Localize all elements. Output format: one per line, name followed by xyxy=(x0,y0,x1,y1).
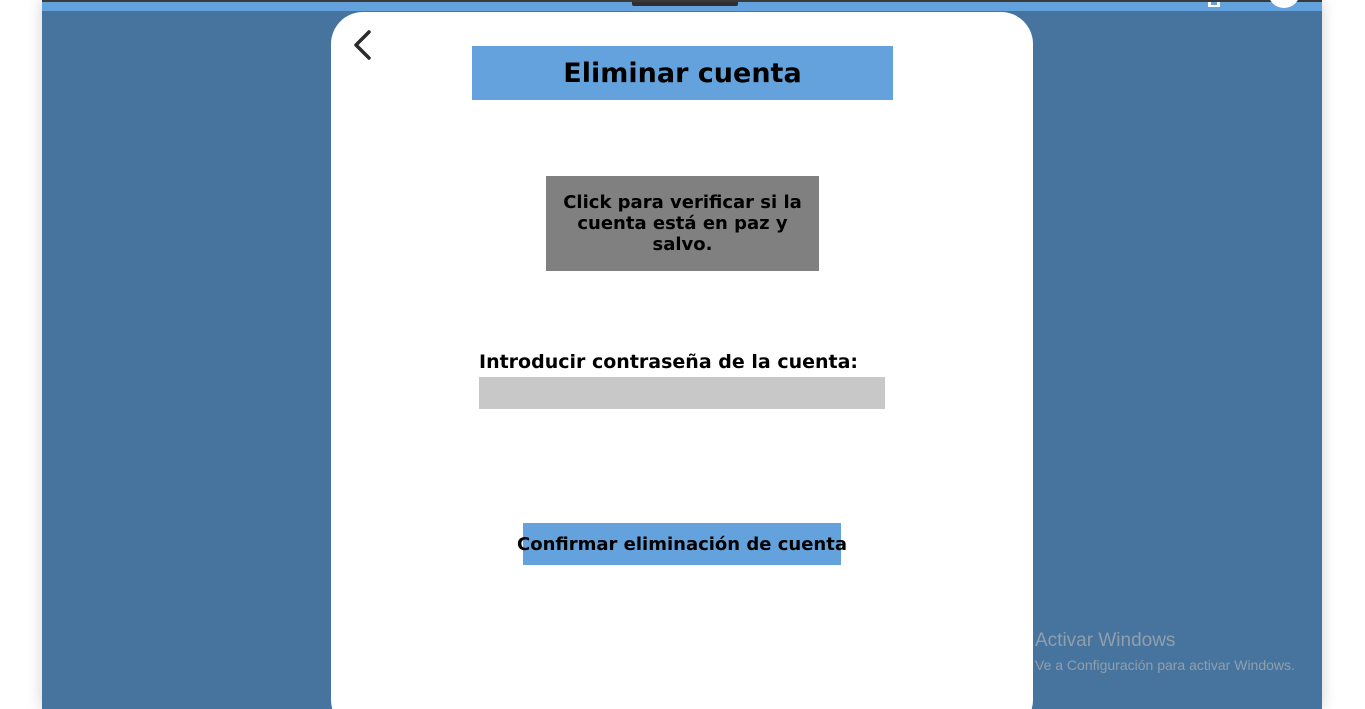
top-navigation-bar xyxy=(42,0,1322,11)
back-button[interactable] xyxy=(347,26,377,64)
watermark-subtitle: Ve a Configuración para activar Windows. xyxy=(1035,657,1295,673)
watermark-title: Activar Windows xyxy=(1035,630,1176,651)
cart-icon[interactable] xyxy=(1208,2,1220,7)
password-input[interactable] xyxy=(479,377,885,409)
user-avatar[interactable] xyxy=(1268,0,1300,8)
chevron-left-icon xyxy=(354,30,371,60)
app-background: Eliminar cuenta Click para verificar si … xyxy=(42,0,1322,709)
verify-account-button[interactable]: Click para verificar si la cuenta está e… xyxy=(546,176,819,271)
delete-account-modal: Eliminar cuenta Click para verificar si … xyxy=(331,12,1033,709)
confirm-delete-button[interactable]: Confirmar eliminación de cuenta xyxy=(517,523,847,565)
windows-activation-watermark: Activar Windows Ve a Configuración para … xyxy=(1035,630,1295,675)
password-label: Introducir contraseña de la cuenta: xyxy=(479,351,859,373)
header-logo[interactable] xyxy=(632,2,738,6)
page-title: Eliminar cuenta xyxy=(472,46,893,100)
